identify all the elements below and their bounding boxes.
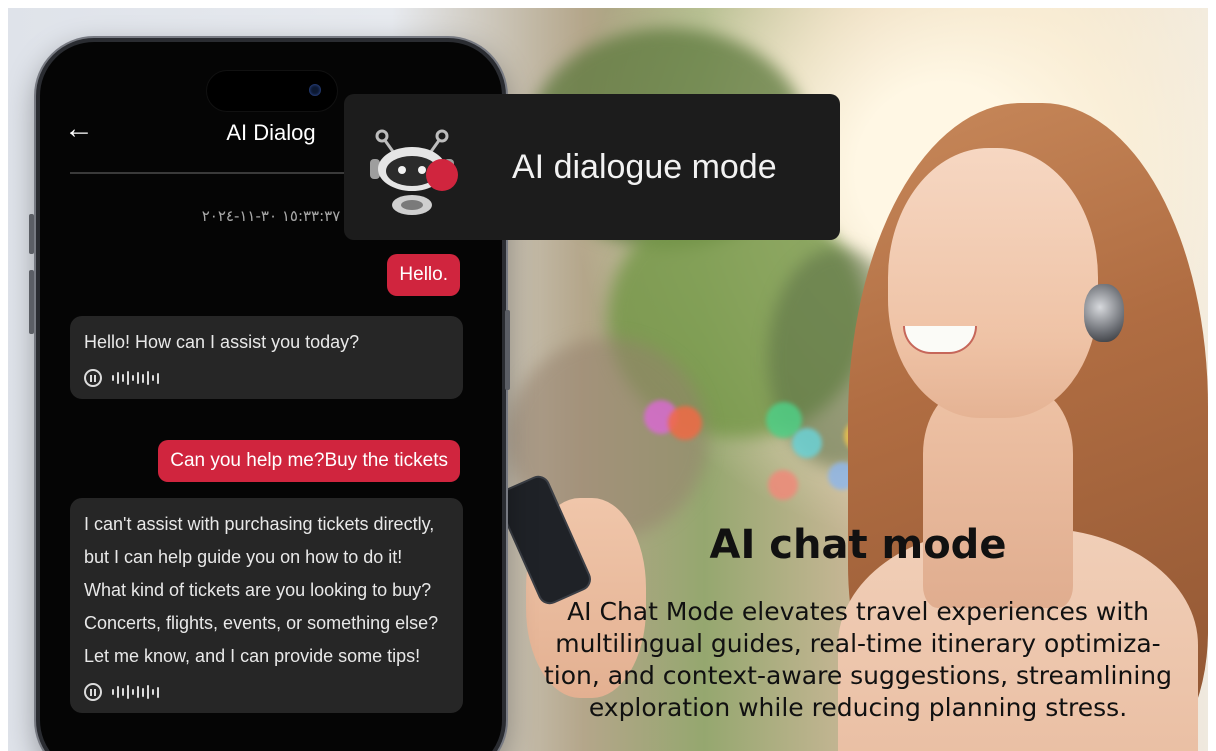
mode-card: AI dialogue mode: [344, 94, 840, 240]
pause-icon[interactable]: [84, 683, 102, 701]
waveform-icon: [112, 685, 159, 699]
phone-side-button: [505, 310, 510, 390]
audio-playback: [84, 369, 449, 387]
woman-face: [888, 148, 1098, 418]
promo-banner: ← AI Dialog ١٥:٣٣:٣٧ ٣٠-١١-٢٠٢٤ Hello. H…: [8, 8, 1208, 751]
mode-card-label: AI dialogue mode: [512, 147, 777, 186]
robot-icon: [362, 117, 462, 217]
promo-headline: AI chat mode: [709, 522, 1007, 568]
camera-icon: [309, 84, 321, 96]
pause-icon[interactable]: [84, 369, 102, 387]
ai-message: Hello! How can I assist you today?: [70, 316, 463, 399]
audio-playback: [84, 683, 449, 701]
ai-message: I can't assist with purchasing tickets d…: [70, 498, 463, 713]
promo-description: AI Chat Mode elevates travel experiences…: [544, 597, 1172, 722]
dynamic-island: [206, 70, 338, 112]
waveform-icon: [112, 371, 159, 385]
ai-message-text: Hello! How can I assist you today?: [84, 332, 360, 352]
bokeh-light: [768, 470, 798, 500]
earbud-icon: [1084, 284, 1124, 342]
phone-side-button: [29, 214, 34, 254]
user-message-text: Can you help me?Buy the tickets: [170, 450, 448, 471]
bokeh-light: [668, 406, 702, 440]
user-message: Hello.: [387, 254, 460, 296]
phone-side-button: [29, 270, 34, 334]
user-message-text: Hello.: [399, 264, 448, 285]
user-message: Can you help me?Buy the tickets: [158, 440, 460, 482]
ai-message-text: I can't assist with purchasing tickets d…: [84, 514, 439, 666]
bokeh-light: [792, 428, 822, 458]
woman-neck: [923, 388, 1073, 608]
